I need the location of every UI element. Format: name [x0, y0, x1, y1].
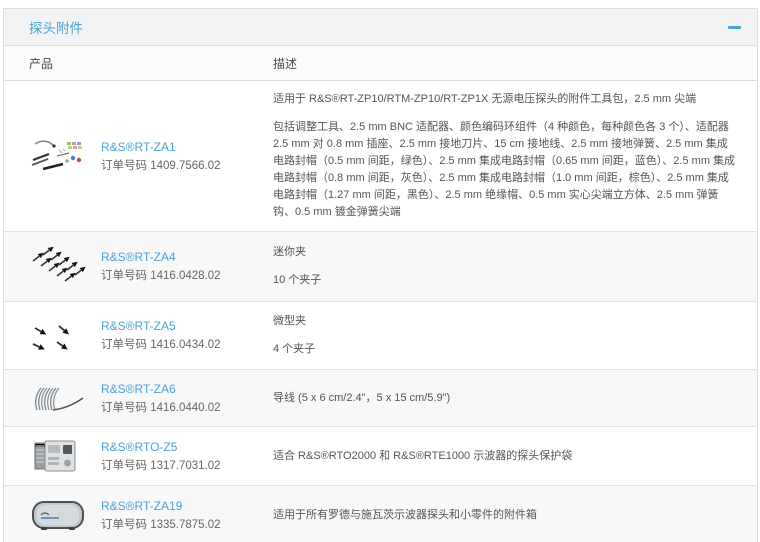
- product-link-rt-za6[interactable]: R&S®RT-ZA6: [101, 381, 263, 398]
- rt-za5-product-image: [29, 316, 101, 356]
- order-number: 订单号码 1416.0440.02: [101, 402, 221, 414]
- table-row: R&S®RTO-Z5 订单号码 1317.7031.02 适合 R&S®RTO2…: [4, 427, 757, 486]
- product-description: 导线 (5 x 6 cm/2.4"，5 x 15 cm/5.9"): [273, 390, 742, 407]
- panel-title: 探头附件: [29, 17, 83, 37]
- product-description: 迷你夹 10 个夹子: [273, 244, 742, 289]
- product-description: 微型夹 4 个夹子: [273, 313, 742, 358]
- probe-accessories-panel: 探头附件 产品 描述 R&S®RT-ZA1: [3, 8, 758, 542]
- rt-za6-product-image: [29, 380, 101, 416]
- table-row: R&S®RT-ZA5 订单号码 1416.0434.02 微型夹 4 个夹子: [4, 302, 757, 370]
- product-description: 适合 R&S®RTO2000 和 R&S®RTE1000 示波器的探头保护袋: [273, 448, 742, 465]
- order-number: 订单号码 1317.7031.02: [101, 460, 221, 472]
- product-link-rt-za4[interactable]: R&S®RT-ZA4: [101, 249, 263, 266]
- collapse-minus-icon[interactable]: [728, 26, 741, 29]
- product-link-rto-z5[interactable]: R&S®RTO-Z5: [101, 439, 263, 456]
- rt-za19-product-image: [29, 496, 101, 534]
- rt-za1-product-image: [29, 136, 101, 176]
- table-row: R&S®RT-ZA1 订单号码 1409.7566.02 适用于 R&S®RT-…: [4, 81, 757, 232]
- table-row: R&S®RT-ZA19 订单号码 1335.7875.02 适用于所有罗德与施瓦…: [4, 486, 757, 542]
- product-description: 适用于所有罗德与施瓦茨示波器探头和小零件的附件箱: [273, 507, 742, 524]
- rto-z5-product-image: [29, 437, 101, 475]
- order-number: 订单号码 1416.0434.02: [101, 339, 221, 351]
- rt-za4-product-image: [29, 245, 101, 289]
- product-link-rt-za5[interactable]: R&S®RT-ZA5: [101, 318, 263, 335]
- panel-header-toggle[interactable]: 探头附件: [4, 9, 757, 46]
- product-link-rt-za19[interactable]: R&S®RT-ZA19: [101, 498, 263, 515]
- column-header-product: 产品: [29, 55, 273, 72]
- table-row: R&S®RT-ZA6 订单号码 1416.0440.02 导线 (5 x 6 c…: [4, 370, 757, 427]
- order-number: 订单号码 1335.7875.02: [101, 519, 221, 531]
- table-header-row: 产品 描述: [4, 46, 757, 81]
- order-number: 订单号码 1416.0428.02: [101, 270, 221, 282]
- order-number: 订单号码 1409.7566.02: [101, 160, 221, 172]
- column-header-description: 描述: [273, 55, 742, 72]
- product-description: 适用于 R&S®RT-ZP10/RTM-ZP10/RT-ZP1X 无源电压探头的…: [273, 91, 742, 221]
- table-row: R&S®RT-ZA4 订单号码 1416.0428.02 迷你夹 10 个夹子: [4, 232, 757, 302]
- product-link-rt-za1[interactable]: R&S®RT-ZA1: [101, 139, 263, 156]
